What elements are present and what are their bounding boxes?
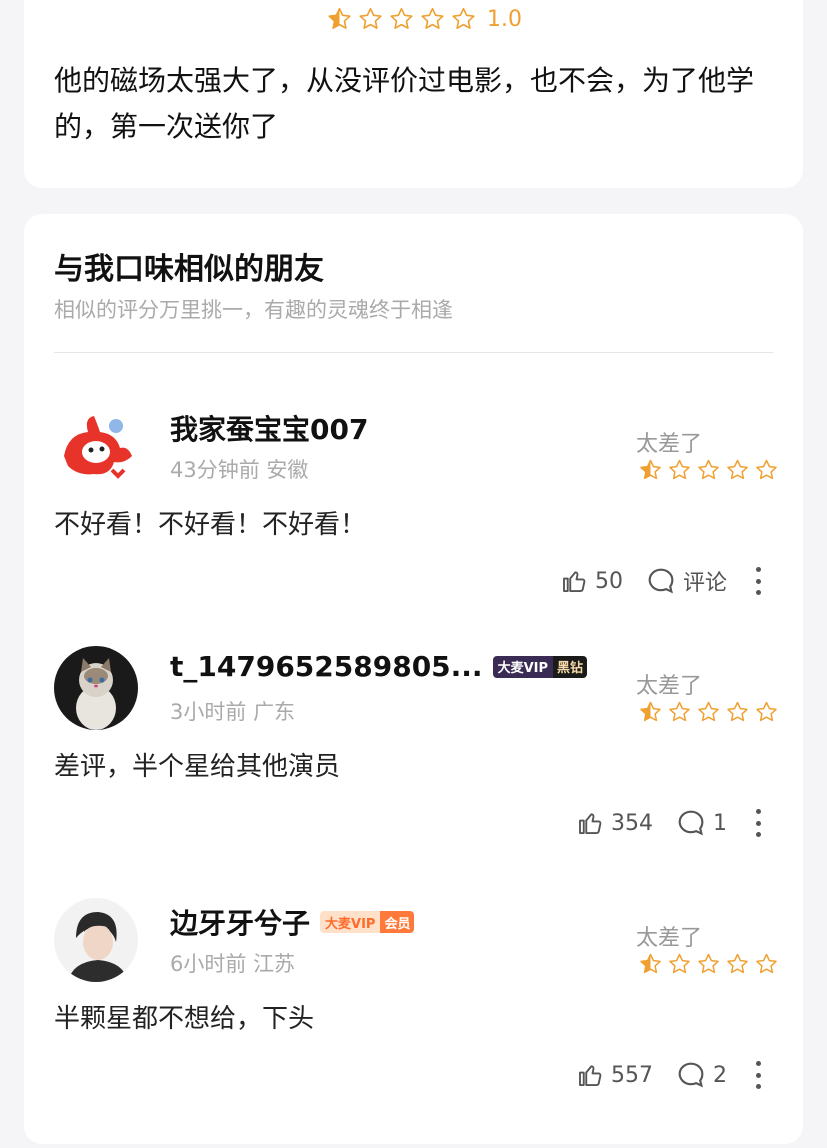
avatar[interactable] <box>54 404 138 488</box>
star-empty-icon <box>698 459 719 480</box>
comment-meta: 43分钟前 安徽 <box>170 454 308 484</box>
time: 43分钟前 <box>170 458 260 482</box>
comment-actions: 557 2 <box>553 1058 763 1092</box>
star-empty-icon <box>669 459 690 480</box>
comment-button[interactable]: 2 <box>675 1059 727 1091</box>
comment-text: 差评，半个星给其他演员 <box>54 752 341 782</box>
star-empty-icon <box>727 459 748 480</box>
like-count: 557 <box>611 1062 653 1088</box>
star-empty-icon <box>756 459 777 480</box>
username[interactable]: 我家蚕宝宝007 <box>170 408 368 448</box>
star-empty-icon <box>669 701 690 722</box>
section-title: 与我口味相似的朋友 <box>54 252 324 287</box>
vip-badge: 大麦VIP 会员 <box>320 911 415 933</box>
top-review-card: 1.0 他的磁场太强大了，从没评价过电影，也不会，为了他学的，第一次送你了 <box>24 0 803 188</box>
avatar[interactable] <box>54 646 138 730</box>
more-vertical-icon[interactable] <box>753 567 763 595</box>
star-empty-icon <box>390 7 413 29</box>
time: 3小时前 <box>170 700 247 724</box>
comment-actions: 50 评论 <box>537 564 763 598</box>
person-avatar-icon <box>54 898 138 982</box>
star-half-icon <box>640 701 661 722</box>
comment-text: 不好看！不好看！不好看！ <box>54 510 367 540</box>
comment-button[interactable]: 1 <box>675 807 727 839</box>
location: 江苏 <box>253 952 296 976</box>
comment-bubble-icon <box>648 568 674 594</box>
comment-text: 半颗星都不想给，下头 <box>54 1004 315 1034</box>
star-half-icon <box>328 7 351 29</box>
time: 6小时前 <box>170 952 247 976</box>
more-vertical-icon[interactable] <box>753 1061 763 1089</box>
comment-count: 1 <box>713 810 727 836</box>
comment-bubble-icon <box>678 1062 704 1088</box>
star-empty-icon <box>727 953 748 974</box>
rating-value: 1.0 <box>487 6 522 32</box>
star-empty-icon <box>359 7 382 29</box>
similar-friends-card: 与我口味相似的朋友 相似的评分万里挑一，有趣的灵魂终于相逢 我家蚕宝宝007 4… <box>24 214 803 1144</box>
star-empty-icon <box>698 701 719 722</box>
fox-mascot-avatar-icon <box>54 404 138 488</box>
location: 安徽 <box>266 458 309 482</box>
comment-item: 边牙牙兮子 大麦VIP 会员 6小时前 江苏 太差了 半颗星都不想给，下头 55… <box>24 898 803 1148</box>
comment-button[interactable]: 评论 <box>645 565 727 597</box>
star-empty-icon <box>452 7 475 29</box>
comment-bubble-icon <box>678 810 704 836</box>
top-rating: 1.0 <box>324 6 522 32</box>
review-text: 他的磁场太强大了，从没评价过电影，也不会，为了他学的，第一次送你了 <box>54 64 755 143</box>
like-button[interactable]: 354 <box>575 808 653 838</box>
username[interactable]: t_1479652589805... 大麦VIP 黑钻 <box>170 650 588 683</box>
star-empty-icon <box>756 953 777 974</box>
cat-avatar-icon <box>54 646 138 730</box>
verdict-label: 太差了 <box>636 432 703 457</box>
star-empty-icon <box>756 701 777 722</box>
section-subtitle: 相似的评分万里挑一，有趣的灵魂终于相逢 <box>54 298 453 322</box>
comment-meta: 6小时前 江苏 <box>170 948 295 978</box>
comment-count: 评论 <box>682 571 727 596</box>
star-empty-icon <box>698 953 719 974</box>
like-button[interactable]: 50 <box>559 566 623 596</box>
like-count: 354 <box>611 810 653 836</box>
like-button[interactable]: 557 <box>575 1060 653 1090</box>
avatar[interactable] <box>54 898 138 982</box>
comment-star-rating <box>636 458 781 482</box>
star-half-icon <box>640 459 661 480</box>
star-empty-icon <box>727 701 748 722</box>
more-vertical-icon[interactable] <box>753 809 763 837</box>
comment-actions: 354 1 <box>553 806 763 840</box>
comment-count: 2 <box>713 1062 727 1088</box>
like-count: 50 <box>594 568 623 594</box>
comment-item: t_1479652589805... 大麦VIP 黑钻 3小时前 广东 太差了 … <box>24 646 803 896</box>
thumbs-up-icon <box>579 813 602 834</box>
star-half-icon <box>640 953 661 974</box>
comment-item: 我家蚕宝宝007 43分钟前 安徽 太差了 不好看！不好看！不好看！ 50 评论 <box>24 404 803 654</box>
divider <box>54 352 773 353</box>
vip-badge: 大麦VIP 黑钻 <box>492 655 588 678</box>
location: 广东 <box>253 700 296 724</box>
star-empty-icon <box>669 953 690 974</box>
thumbs-up-icon <box>579 1065 602 1086</box>
verdict-label: 太差了 <box>636 926 703 951</box>
comment-star-rating <box>636 700 781 724</box>
comment-meta: 3小时前 广东 <box>170 696 295 726</box>
comment-star-rating <box>636 952 781 976</box>
username[interactable]: 边牙牙兮子 大麦VIP 会员 <box>170 902 415 942</box>
star-empty-icon <box>421 7 444 29</box>
verdict-label: 太差了 <box>636 674 703 699</box>
thumbs-up-icon <box>563 571 586 592</box>
top-star-rating <box>324 6 479 32</box>
